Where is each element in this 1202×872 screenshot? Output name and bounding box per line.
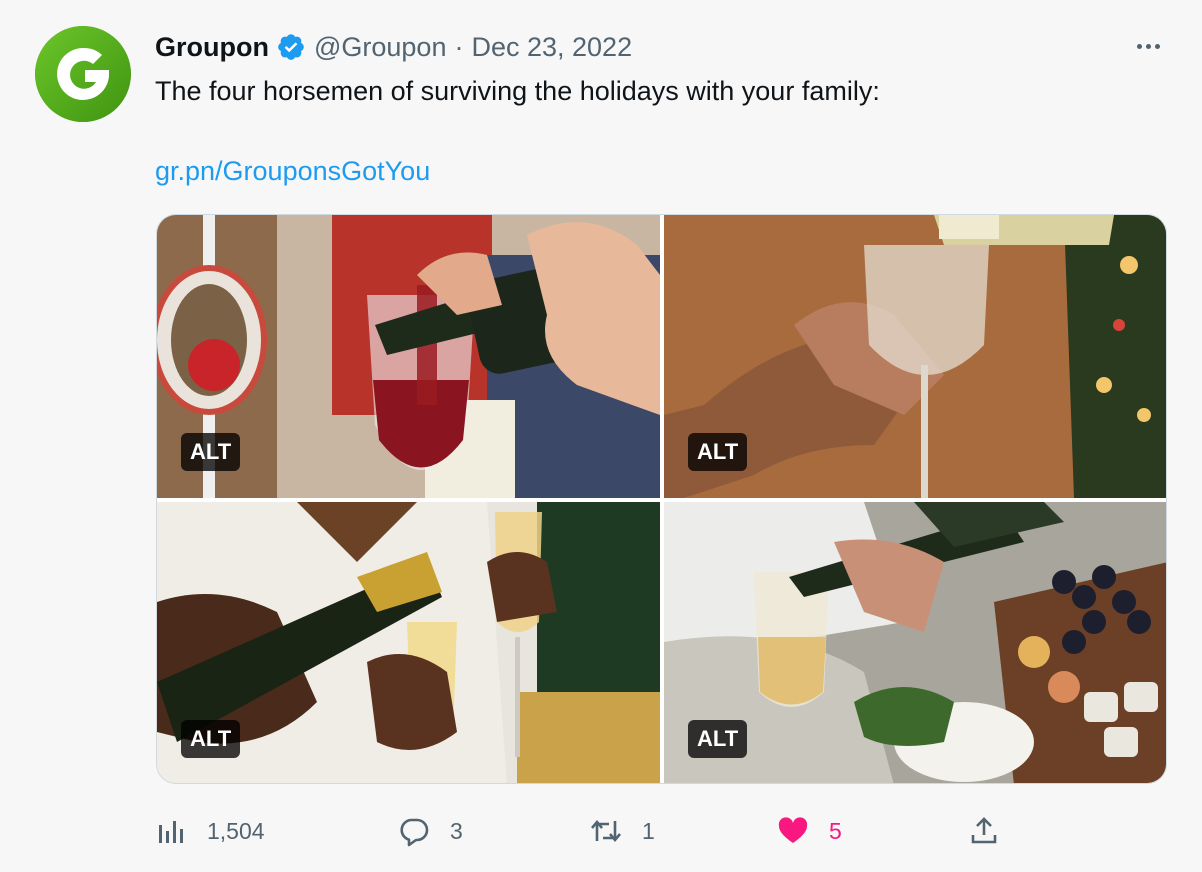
views-count: 1,504: [207, 817, 265, 844]
alt-badge[interactable]: ALT: [688, 433, 748, 471]
more-dot: [1154, 43, 1160, 49]
groupon-avatar[interactable]: [35, 26, 131, 122]
analytics-icon: [159, 821, 183, 843]
heart-filled-icon: [778, 817, 808, 843]
reply-button[interactable]: 3: [398, 810, 463, 852]
more-options-icon[interactable]: [1130, 34, 1166, 58]
tweet-header: Groupon @Groupon · Dec 23, 2022: [155, 28, 632, 66]
media-photo-4[interactable]: ALT: [664, 502, 1166, 783]
tweet-link[interactable]: gr.pn/GrouponsGotYou: [155, 155, 430, 187]
more-dot: [1145, 43, 1151, 49]
media-photo-3[interactable]: ALT: [157, 502, 660, 783]
more-dot: [1136, 43, 1142, 49]
author-handle[interactable]: @Groupon: [314, 32, 446, 63]
like-button[interactable]: 5: [777, 810, 842, 852]
separator-dot: ·: [454, 31, 464, 62]
media-grid: ALT ALT ALT ALT: [156, 214, 1167, 784]
alt-badge[interactable]: ALT: [688, 720, 748, 758]
verified-badge-icon: [276, 32, 306, 62]
like-count: 5: [829, 817, 842, 844]
share-icon: [971, 817, 997, 844]
reply-count: 3: [450, 817, 463, 844]
reply-icon: [400, 818, 429, 847]
alt-badge[interactable]: ALT: [181, 720, 241, 758]
action-bar: 1,504 3 1 5: [155, 810, 1175, 852]
views-button[interactable]: 1,504: [155, 810, 265, 852]
tweet[interactable]: Groupon @Groupon · Dec 23, 2022 The four…: [0, 0, 1202, 872]
retweet-count: 1: [642, 817, 655, 844]
media-photo-2[interactable]: ALT: [664, 215, 1166, 498]
groupon-logo-icon: [35, 26, 131, 122]
retweet-icon: [591, 819, 621, 843]
tweet-date[interactable]: Dec 23, 2022: [471, 32, 632, 63]
author-name[interactable]: Groupon: [155, 32, 269, 63]
alt-badge[interactable]: ALT: [181, 433, 241, 471]
tweet-text: The four horsemen of surviving the holid…: [155, 76, 880, 106]
media-photo-1[interactable]: ALT: [157, 215, 660, 498]
share-button[interactable]: [968, 810, 1000, 852]
retweet-button[interactable]: 1: [590, 810, 655, 852]
